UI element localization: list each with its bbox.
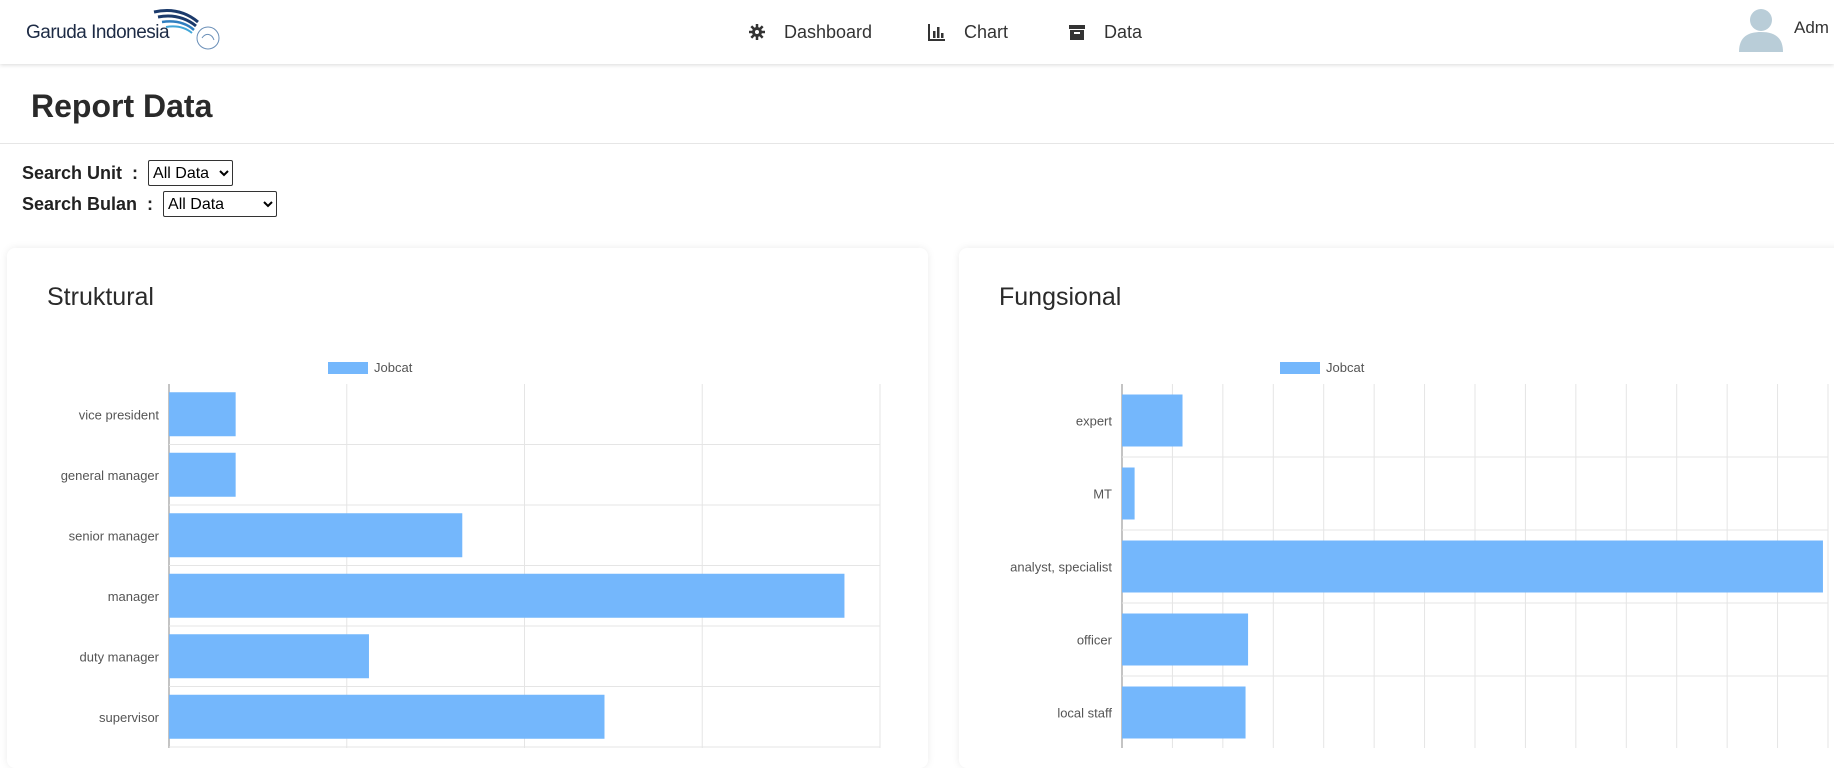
- fungsional-card: Fungsional Jobcat expert MT analyst, specia…: [959, 248, 1834, 768]
- chart-bar: [1122, 540, 1823, 593]
- search-unit-label: Search Unit: [22, 162, 123, 183]
- legend-label: Jobcat: [374, 360, 413, 375]
- tick-label: duty manager: [80, 649, 160, 664]
- search-unit-select[interactable]: All Data: [148, 160, 234, 186]
- chart-bar: [1122, 467, 1135, 520]
- search-bulan-select[interactable]: All Data: [163, 191, 278, 217]
- search-bulan-filter: Search Bulan : All Data: [22, 191, 278, 217]
- tick-label: MT: [1093, 487, 1112, 502]
- nav-dashboard-label: Dashboard: [784, 21, 873, 42]
- tick-label: general manager: [61, 468, 160, 483]
- legend-label: Jobcat: [1326, 360, 1365, 375]
- chart-bar: [169, 634, 369, 679]
- tick-label: supervisor: [99, 710, 160, 725]
- bar-chart-icon: [928, 24, 945, 41]
- tick-label: expert: [1076, 414, 1113, 429]
- archive-icon: [1069, 25, 1085, 40]
- page-title: Report Data: [31, 88, 213, 124]
- struktural-chart: Jobcat vice president general manager senio…: [61, 360, 881, 748]
- chart-bar: [169, 452, 236, 497]
- tick-label: officer: [1077, 633, 1113, 648]
- tick-label: senior manager: [69, 528, 160, 543]
- struktural-card: Struktural Jobcat vice president general m…: [7, 248, 928, 768]
- chart-bar: [1122, 686, 1246, 739]
- user-name[interactable]: Adm: [1794, 18, 1829, 38]
- nav-data-label: Data: [1104, 21, 1143, 42]
- chart-bar: [169, 513, 463, 558]
- nav-data[interactable]: Data: [1066, 0, 1142, 64]
- chart-bar: [169, 573, 845, 618]
- legend-swatch: [328, 362, 368, 374]
- legend-swatch: [1280, 362, 1320, 374]
- fungsional-chart: Jobcat expert MT analyst, specialist officer…: [1010, 360, 1829, 748]
- chart-bar: [169, 392, 236, 437]
- avatar[interactable]: [1736, 6, 1786, 52]
- tick-label: local staff: [1057, 706, 1112, 721]
- top-navbar: Garuda Indonesia Dashboard Chart Data Ad…: [0, 0, 1834, 64]
- chart-bar: [169, 694, 605, 739]
- gear-icon: [749, 24, 765, 40]
- search-bulan-colon: :: [147, 193, 154, 214]
- nav-dashboard[interactable]: Dashboard: [746, 0, 872, 64]
- nav-chart[interactable]: Chart: [926, 0, 1008, 64]
- garuda-bird-logo-icon: [153, 8, 220, 50]
- tick-label: manager: [108, 589, 160, 604]
- brand-name: Garuda Indonesia: [26, 22, 170, 43]
- search-unit-colon: :: [132, 162, 139, 183]
- search-unit-filter: Search Unit : All Data: [22, 160, 234, 186]
- chart-bar: [1122, 394, 1183, 447]
- tick-label: vice president: [79, 407, 160, 422]
- divider: [0, 143, 1834, 144]
- search-bulan-label: Search Bulan: [22, 193, 138, 214]
- nav-chart-label: Chart: [964, 21, 1009, 42]
- tick-label: analyst, specialist: [1010, 560, 1112, 575]
- chart-bar: [1122, 613, 1249, 666]
